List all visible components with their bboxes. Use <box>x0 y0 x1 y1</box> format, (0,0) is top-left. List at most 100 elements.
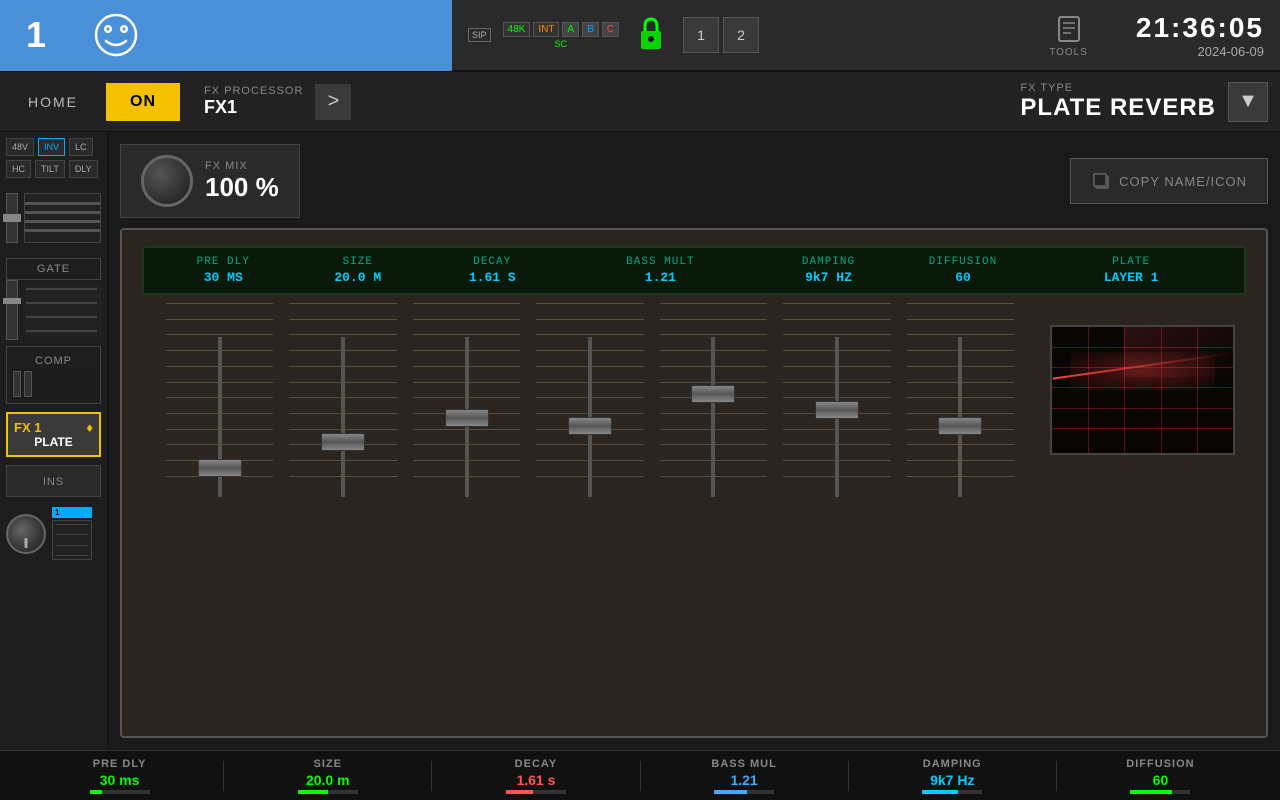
param-val-bassmul: 1.21 <box>730 772 757 788</box>
channel-face-icon <box>92 11 140 59</box>
param-val-decay: 1.61 s <box>516 772 555 788</box>
sample-rate-badge: 48K <box>503 22 531 37</box>
lcd-val-bassmult: 1.21 <box>560 270 762 285</box>
tools-icon <box>1053 13 1085 45</box>
slider-group-decay <box>405 303 528 507</box>
fader-handle-3[interactable] <box>445 409 489 427</box>
channel-icon-area[interactable] <box>72 0 452 71</box>
level-fader-mini[interactable] <box>52 520 92 560</box>
lcd-col-plate: PLATE LAYER 1 <box>1030 256 1232 285</box>
gate-slider-1[interactable] <box>6 280 18 340</box>
fader-track-7[interactable] <box>958 337 962 497</box>
lcd-param-plate: PLATE <box>1030 256 1232 268</box>
param-indicator-damping <box>922 790 982 794</box>
fader-track-3[interactable] <box>465 337 469 497</box>
ctrl-inv[interactable]: INV <box>38 138 65 156</box>
param-predly: PRE DLY 30 ms <box>16 758 223 794</box>
fx-mix-row: FX MIX 100 % COPY NAME/ICON <box>120 144 1268 218</box>
home-button[interactable]: HOME <box>12 86 94 118</box>
channel-buttons: 1 2 <box>683 17 759 53</box>
lcd-params-row: PRE DLY 30 MS SIZE 20.0 M DECAY 1.61 S B… <box>156 256 1232 285</box>
channel-a-badge[interactable]: A <box>562 22 579 37</box>
fx-mix-value: 100 % <box>205 172 279 203</box>
slider-group-predly <box>158 303 281 507</box>
knob-badges: 1 <box>52 507 92 560</box>
tools-button[interactable]: TOOLS <box>1033 5 1104 66</box>
fx-mix-label: FX MIX <box>205 160 279 172</box>
fx-processor-label: FX PROCESSOR <box>204 85 303 97</box>
param-name-diffusion: DIFFUSION <box>1126 758 1194 770</box>
comp-button[interactable]: COMP <box>6 346 101 404</box>
param-indicator-predly <box>90 790 150 794</box>
fx1-button[interactable]: FX 1 ♦ PLATE <box>6 412 101 457</box>
channel-1-btn[interactable]: 1 <box>683 17 719 53</box>
ctrl-hc[interactable]: HC <box>6 160 31 178</box>
sample-rate-box: 48K INT A B C SC <box>503 22 619 49</box>
knob-badge-1: 1 <box>52 507 92 518</box>
param-name-damping: DAMPING <box>923 758 982 770</box>
fader-track-6[interactable] <box>835 337 839 497</box>
param-indicator-fill-damping <box>922 790 958 794</box>
slider-group-bassmult <box>528 303 651 507</box>
ctrl-lc[interactable]: LC <box>69 138 93 156</box>
lcd-col-predly: PRE DLY 30 MS <box>156 256 291 285</box>
level-knob[interactable] <box>6 514 46 554</box>
lcd-param-bassmult: BASS MULT <box>560 256 762 268</box>
param-val-diffusion: 60 <box>1153 772 1169 788</box>
fader-handle-7[interactable] <box>938 417 982 435</box>
lock-icon[interactable] <box>631 11 671 59</box>
ctrl-tilt[interactable]: TILT <box>35 160 65 178</box>
fader-track-2[interactable] <box>341 337 345 497</box>
ins-button[interactable]: INS <box>6 465 101 497</box>
ctrl-dly[interactable]: DLY <box>69 160 98 178</box>
ctrl-48v[interactable]: 48V <box>6 138 34 156</box>
fx-mix-box: FX MIX 100 % <box>120 144 300 218</box>
param-indicator-fill-predly <box>90 790 102 794</box>
fader-handle-1[interactable] <box>198 459 242 477</box>
fader-track-1[interactable] <box>218 337 222 497</box>
fx-type-dropdown[interactable]: ▼ <box>1228 82 1268 122</box>
fx-mix-knob[interactable] <box>141 155 193 207</box>
ins-label: INS <box>43 476 64 488</box>
channel-number[interactable]: 1 <box>0 0 72 71</box>
lcd-val-plate: LAYER 1 <box>1030 270 1232 285</box>
param-indicator-fill-decay <box>506 790 533 794</box>
lcd-col-damping: DAMPING 9k7 HZ <box>761 256 896 285</box>
param-indicator-fill-size <box>298 790 328 794</box>
copy-name-button[interactable]: COPY NAME/ICON <box>1070 158 1268 204</box>
param-bassmul: BASS MUL 1.21 <box>641 758 848 794</box>
fader-handle-4[interactable] <box>568 417 612 435</box>
param-name-bassmul: BASS MUL <box>711 758 776 770</box>
param-name-decay: DECAY <box>515 758 558 770</box>
fx-type-info: FX TYPE PLATE REVERB <box>1020 82 1216 122</box>
fx1-sub: PLATE <box>14 435 93 449</box>
fx-bar: HOME ON FX PROCESSOR FX1 > FX TYPE PLATE… <box>0 72 1280 132</box>
fx-type-section: FX TYPE PLATE REVERB ▼ <box>1020 82 1268 122</box>
bottom-bar: PRE DLY 30 ms SIZE 20.0 m DECAY 1.61 s B… <box>0 750 1280 800</box>
slider-group-damping <box>652 303 775 507</box>
on-button[interactable]: ON <box>106 83 180 121</box>
sc-label: SC <box>503 39 619 49</box>
lcd-val-size: 20.0 M <box>291 270 426 285</box>
sidebar-slider-1[interactable] <box>6 193 18 243</box>
fader-handle-6[interactable] <box>815 401 859 419</box>
fader-handle-5[interactable] <box>691 385 735 403</box>
fader-track-5[interactable] <box>711 337 715 497</box>
fx-processor-arrow[interactable]: > <box>315 84 351 120</box>
top-center: SIP 48K INT A B C SC 1 2 <box>452 5 1120 66</box>
fader-handle-2[interactable] <box>321 433 365 451</box>
channel-2-btn[interactable]: 2 <box>723 17 759 53</box>
fader-track-4[interactable] <box>588 337 592 497</box>
channel-b-badge[interactable]: B <box>582 22 599 37</box>
sip-box: SIP <box>468 28 491 42</box>
knob-area: 1 <box>0 501 107 566</box>
comp-meter-1 <box>13 371 21 397</box>
gate-button[interactable]: GATE <box>6 258 101 280</box>
lcd-param-decay: DECAY <box>425 256 560 268</box>
param-name-predly: PRE DLY <box>93 758 147 770</box>
lcd-val-predly: 30 MS <box>156 270 291 285</box>
slider-group-diffusion <box>775 303 898 507</box>
channel-c-badge[interactable]: C <box>602 22 619 37</box>
lcd-val-decay: 1.61 S <box>425 270 560 285</box>
lcd-param-predly: PRE DLY <box>156 256 291 268</box>
